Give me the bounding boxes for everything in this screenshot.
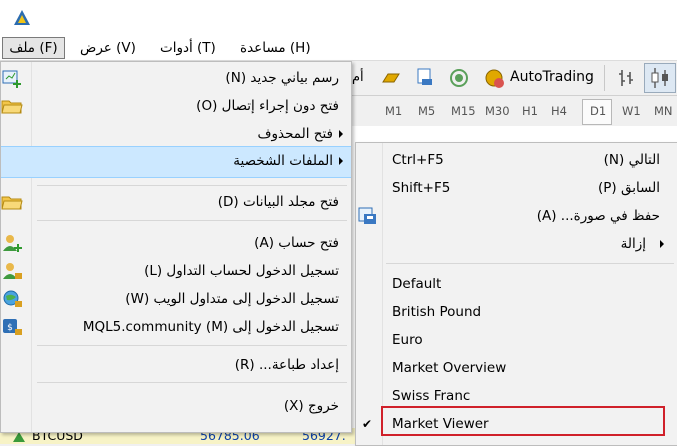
menu-separator	[37, 345, 347, 346]
profile-british-pound[interactable]: British Pound	[392, 301, 481, 323]
gold-bar-icon[interactable]	[380, 68, 402, 88]
profile-euro[interactable]: Euro	[392, 329, 423, 351]
menu-login-web[interactable]: تسجيل الدخول إلى متداول الويب (W)	[125, 288, 339, 310]
tf-m1[interactable]: M1	[385, 104, 402, 118]
open-account-icon	[3, 235, 22, 252]
tf-m15[interactable]: M15	[451, 104, 476, 118]
chevron-right-icon	[660, 240, 664, 248]
tf-d1[interactable]: D1	[590, 104, 606, 118]
menu-separator	[37, 185, 347, 186]
tf-h4[interactable]: H4	[551, 104, 567, 118]
signal-icon[interactable]	[448, 67, 470, 89]
menu-gutter	[31, 62, 32, 432]
chevron-right-icon	[339, 157, 343, 165]
mql5-icon: $	[3, 319, 22, 335]
menu-view[interactable]: عرض (V)	[80, 38, 136, 58]
shortcut-next: Ctrl+F5	[392, 152, 444, 168]
submenu-separator	[386, 263, 674, 264]
profile-swiss-franc[interactable]: Swiss Franc	[392, 385, 470, 407]
tf-mn[interactable]: MN	[654, 104, 673, 118]
web-trader-icon	[3, 290, 22, 307]
toolbar-divider	[604, 65, 605, 91]
tf-m30[interactable]: M30	[485, 104, 510, 118]
svg-text:$: $	[7, 323, 13, 333]
folder-icon	[1, 196, 23, 210]
menu-bar: ملف (F) عرض (V) أدوات (T) مساعدة (H)	[0, 36, 677, 61]
menu-tools[interactable]: أدوات (T)	[160, 38, 216, 58]
profile-market-overview[interactable]: Market Overview	[392, 357, 506, 379]
menu-separator	[37, 220, 347, 221]
news-icon[interactable]	[414, 66, 436, 88]
new-chart-icon	[2, 70, 21, 88]
app-logo-icon	[14, 10, 30, 25]
submenu-gutter	[382, 143, 383, 445]
menu-open-data-folder[interactable]: فتح مجلد البيانات (D)	[218, 191, 339, 213]
chevron-right-icon	[339, 130, 343, 138]
shortcut-previous: Shift+F5	[392, 180, 451, 196]
tf-h1[interactable]: H1	[522, 104, 538, 118]
menu-open-deleted[interactable]: فتح المحذوف	[257, 123, 333, 145]
candlestick-icon	[651, 68, 668, 88]
file-menu: رسم بياني جديد (N) فتح دون إجراء إتصال (…	[0, 61, 352, 433]
save-profile-icon	[358, 207, 376, 224]
login-icon	[3, 263, 22, 279]
submenu-remove[interactable]: إزالة	[621, 233, 646, 255]
profile-default[interactable]: Default	[392, 273, 441, 295]
submenu-save-as[interactable]: حفظ في صورة... (A)	[537, 205, 660, 227]
submenu-previous[interactable]: السابق (P)	[598, 177, 660, 199]
check-mark-icon: ✔	[362, 417, 373, 431]
menu-help[interactable]: مساعدة (H)	[240, 38, 311, 58]
title-bar	[0, 0, 677, 36]
candlestick-button[interactable]	[644, 63, 676, 93]
tf-m5[interactable]: M5	[418, 104, 435, 118]
bar-chart-icon[interactable]	[614, 66, 638, 90]
menu-profiles[interactable]: الملفات الشخصية	[233, 150, 333, 172]
menu-print-setup[interactable]: إعداد طباعة... (R)	[235, 354, 339, 376]
submenu-next[interactable]: التالي (N)	[604, 149, 660, 171]
profiles-submenu: Ctrl+F5 التالي (N) Shift+F5 السابق (P) ح…	[355, 142, 677, 446]
menu-login-mql5[interactable]: تسجيل الدخول إلى MQL5.community (M)	[83, 316, 339, 338]
menu-file[interactable]: ملف (F)	[2, 37, 65, 59]
menu-login-trading[interactable]: تسجيل الدخول لحساب التداول (L)	[144, 260, 339, 282]
highlight-callout	[381, 406, 665, 436]
toolbar-partial-label: أم	[352, 70, 364, 85]
menu-open-offline[interactable]: فتح دون إجراء إتصال (O)	[196, 95, 339, 117]
autotrading-icon[interactable]	[482, 66, 506, 90]
menu-new-chart[interactable]: رسم بياني جديد (N)	[225, 67, 339, 89]
autotrading-button[interactable]: AutoTrading	[510, 69, 594, 85]
open-offline-icon	[1, 100, 23, 114]
tf-w1[interactable]: W1	[622, 104, 641, 118]
menu-exit[interactable]: خروج (X)	[284, 395, 339, 417]
menu-open-account[interactable]: فتح حساب (A)	[254, 232, 339, 254]
menu-separator	[37, 382, 347, 383]
